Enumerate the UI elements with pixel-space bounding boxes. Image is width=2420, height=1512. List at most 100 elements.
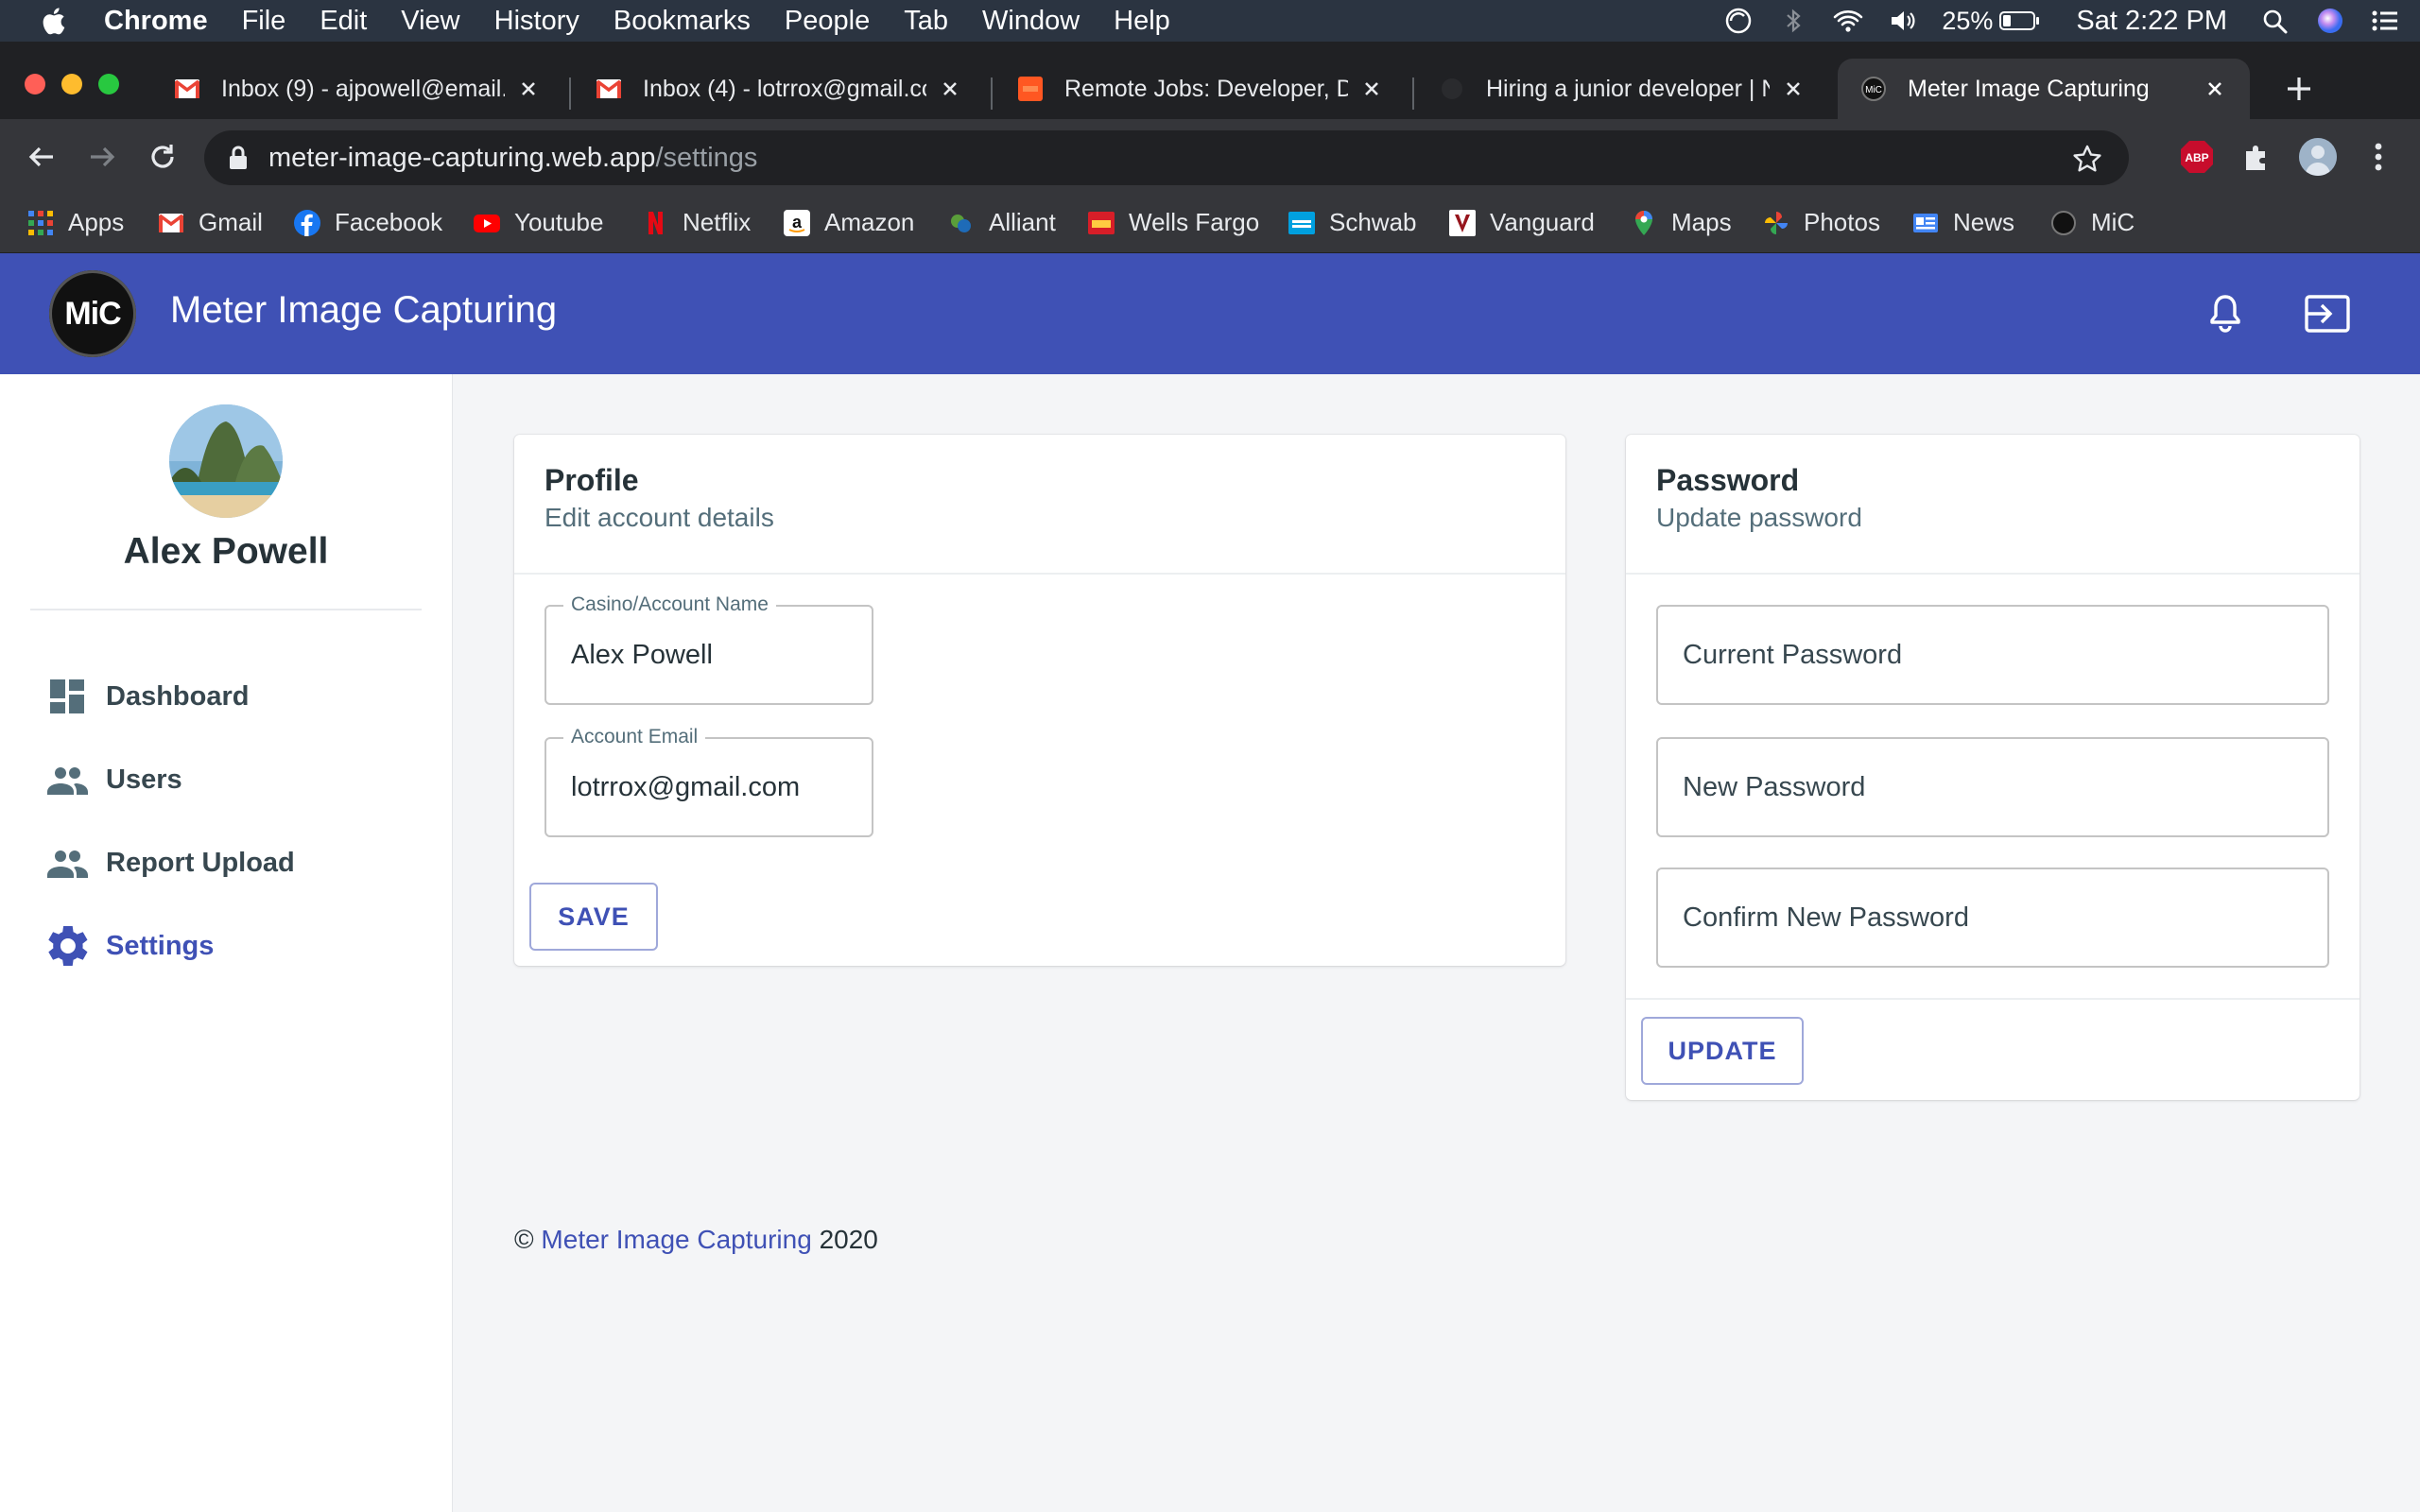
menu-help[interactable]: Help [1114,6,1170,37]
extensions-puzzle-icon[interactable] [2238,138,2276,176]
password-card-title: Password [1656,463,1800,497]
menu-tab[interactable]: Tab [904,6,948,37]
maps-icon [1635,210,1652,235]
close-tab-icon[interactable] [938,77,962,101]
bookmark-star-icon[interactable] [2072,144,2102,174]
abp-label: ABP [2185,151,2208,164]
app-title: Meter Image Capturing [170,289,558,331]
bookmark-label: Wells Fargo [1129,208,1260,236]
new-password-input[interactable] [1683,739,2314,835]
chrome-menu-icon[interactable] [2360,138,2397,176]
bookmark-facebook[interactable]: Facebook [293,208,442,237]
update-password-button[interactable]: UPDATE [1641,1017,1804,1085]
sidebar-item-report-upload[interactable]: Report Upload [45,841,295,885]
reload-icon[interactable] [144,138,182,176]
users-icon [47,850,88,878]
bookmark-netflix[interactable]: Netflix [641,208,751,237]
menu-edit[interactable]: Edit [320,6,367,37]
browser-tab-strip: Inbox (9) - ajpowell@email.v Inbox (4) -… [0,42,2420,119]
browser-tab-gmail-ajpowell[interactable]: Inbox (9) - ajpowell@email.v [151,59,563,119]
bookmark-schwab[interactable]: Schwab [1288,208,1417,237]
browser-tab-remote-jobs[interactable]: Remote Jobs: Developer, De [994,59,1407,119]
bookmark-mic[interactable]: MiC [2049,208,2135,237]
sidebar-item-settings[interactable]: Settings [45,924,214,968]
gmail-icon [596,76,622,102]
apps-grid-icon [28,210,53,235]
maximize-window-button[interactable] [98,74,119,94]
apple-logo-icon[interactable] [38,5,66,37]
menu-view[interactable]: View [401,6,459,37]
bookmark-gmail[interactable]: Gmail [157,208,263,237]
bookmark-amazon[interactable]: a Amazon [783,208,914,237]
user-avatar[interactable] [169,404,283,518]
vanguard-icon [1449,209,1476,236]
account-email-input[interactable] [571,739,858,835]
siri-icon[interactable] [2314,7,2346,35]
clock[interactable]: Sat 2:22 PM [2076,6,2227,37]
close-tab-icon[interactable] [1781,77,1806,101]
forward-arrow-icon[interactable] [83,138,121,176]
footer-year: 2020 [819,1225,878,1254]
minimize-window-button[interactable] [61,74,82,94]
new-password-field [1656,737,2329,837]
confirm-password-field [1656,868,2329,968]
browser-tab-gmail-lotrrox[interactable]: Inbox (4) - lotrrox@gmail.co [573,59,985,119]
bookmark-label: Facebook [335,208,443,236]
footer-app-link[interactable]: Meter Image Capturing [541,1225,811,1254]
news-icon [1913,213,1938,232]
bookmark-maps[interactable]: Maps [1630,208,1732,237]
bookmark-photos[interactable]: Photos [1762,208,1880,237]
focus-status-icon[interactable] [1722,7,1754,35]
sidebar-item-users[interactable]: Users [45,758,182,801]
close-window-button[interactable] [25,74,45,94]
account-name-input[interactable] [571,607,858,703]
current-password-input[interactable] [1683,607,2314,703]
save-button[interactable]: SAVE [529,883,658,951]
browser-tab-hiring-junior-developer[interactable]: Hiring a junior developer | N [1416,59,1828,119]
bookmarks-bar: Apps Gmail Facebook Youtube Netflix a Am… [0,195,2420,253]
menu-history[interactable]: History [494,6,579,37]
bookmark-alliant[interactable]: Alliant [947,208,1056,237]
alliant-icon [951,214,971,232]
logout-icon[interactable] [2303,291,2352,336]
sidebar-item-dashboard[interactable]: Dashboard [45,675,249,718]
menu-people[interactable]: People [785,6,870,37]
profile-avatar-icon[interactable] [2299,138,2337,176]
volume-icon[interactable] [1887,7,1919,35]
spotlight-search-icon[interactable] [2259,7,2291,35]
sidebar-item-label: Settings [106,930,215,961]
close-tab-icon[interactable] [2203,77,2227,101]
menu-window[interactable]: Window [982,6,1080,37]
menu-file[interactable]: File [242,6,286,37]
card-divider [1626,998,2360,1000]
bluetooth-icon[interactable] [1777,7,1809,35]
bookmark-label: Gmail [199,208,263,236]
confirm-password-input[interactable] [1683,869,2314,966]
bookmark-wells-fargo[interactable]: Wells Fargo [1087,208,1259,237]
app-logo[interactable]: MiC [49,270,136,357]
bookmark-apps[interactable]: Apps [26,208,124,237]
browser-tab-meter-image-capturing[interactable]: MiC Meter Image Capturing [1838,59,2250,119]
new-tab-icon[interactable] [2280,70,2318,108]
menu-app-name[interactable]: Chrome [104,6,208,37]
adblock-plus-extension-icon[interactable]: ABP [2178,138,2216,176]
bookmark-news[interactable]: News [1911,208,2014,237]
close-tab-icon[interactable] [516,77,541,101]
lock-icon[interactable] [227,145,250,171]
bookmark-vanguard[interactable]: Vanguard [1448,208,1595,237]
bookmark-youtube[interactable]: Youtube [473,208,603,237]
battery-icon[interactable] [1998,7,2040,35]
copyright-symbol: © [514,1225,534,1254]
battery-percent: 25% [1942,6,1994,35]
control-center-icon[interactable] [2369,7,2401,35]
close-tab-icon[interactable] [1359,77,1384,101]
wifi-icon[interactable] [1832,7,1864,35]
notification-bell-icon[interactable] [2203,291,2248,336]
address-bar[interactable]: meter-image-capturing.web.app/settings [204,130,2129,185]
netflix-icon [648,211,663,234]
url-path: /settings [655,142,758,173]
back-arrow-icon[interactable] [23,138,60,176]
user-name: Alex Powell [123,531,329,572]
wells-fargo-icon [1088,211,1115,234]
menu-bookmarks[interactable]: Bookmarks [614,6,751,37]
